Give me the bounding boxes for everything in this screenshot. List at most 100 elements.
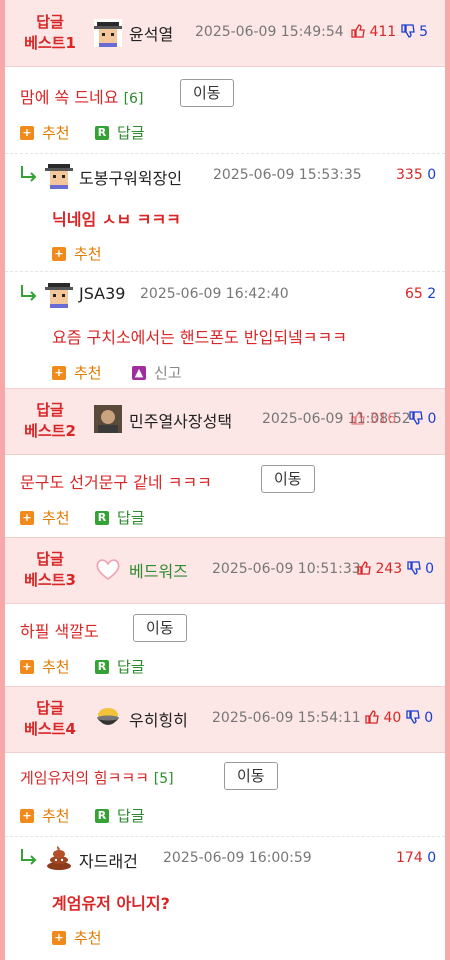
recommend-button[interactable]: + 추천 — [20, 656, 70, 677]
divider — [5, 836, 445, 837]
upvote[interactable]: 40 — [365, 710, 406, 726]
recommend-label: 추천 — [74, 929, 102, 947]
report-button[interactable]: ▲ 신고 — [132, 362, 182, 383]
best-label-line1: 답글 — [36, 550, 64, 568]
timestamp: 2025-06-09 16:00:59 — [163, 850, 312, 866]
divider — [5, 271, 445, 272]
vote-counts: 243 0 — [357, 561, 434, 577]
r-icon: R — [95, 125, 109, 140]
thumbs-down-icon — [400, 24, 415, 38]
upvote[interactable]: 243 — [357, 561, 407, 577]
reply-arrow-icon — [21, 166, 37, 182]
recommend-label: 추천 — [74, 364, 102, 382]
plus-icon: + — [52, 930, 66, 945]
pixel-avatar-icon — [45, 280, 73, 308]
nickname[interactable]: 윤석열 — [129, 21, 173, 45]
thumbs-up-icon — [365, 710, 379, 724]
nickname[interactable]: 민주열사장성택 — [129, 408, 232, 432]
reply-text: 계엄유저 아니지? — [52, 894, 170, 913]
recommend-button[interactable]: + 추천 — [52, 362, 102, 383]
downvote[interactable]: 5 — [400, 24, 429, 40]
recommend-label: 추천 — [42, 509, 70, 527]
recommend-label: 추천 — [42, 658, 70, 676]
downvote-count[interactable]: 2 — [427, 286, 436, 302]
nickname[interactable]: JSA39 — [79, 284, 125, 303]
plus-icon: + — [20, 125, 34, 140]
downvote-count: 5 — [419, 24, 429, 40]
downvote-count: 0 — [424, 710, 434, 726]
best-label-line2: 베스트3 — [24, 571, 76, 589]
vote-counts: 411 5 — [351, 24, 428, 40]
nickname[interactable]: 자드래건 — [79, 848, 138, 872]
timestamp: 2025-06-09 10:51:33 — [212, 561, 361, 577]
best-label-line1: 답글 — [36, 699, 64, 717]
reply-button[interactable]: R 답글 — [95, 122, 145, 143]
timestamp: 2025-06-09 15:53:35 — [213, 167, 362, 183]
upvote[interactable]: 316 — [351, 411, 396, 427]
downvote[interactable]: 0 — [406, 561, 435, 577]
downvote-count[interactable]: 0 — [427, 850, 436, 866]
recommend-button[interactable]: + 추천 — [20, 507, 70, 528]
best-comment-title[interactable]: 문구도 선거문구 같네 ㅋㅋㅋ — [20, 469, 212, 493]
move-button[interactable]: 이동 — [224, 762, 278, 790]
poop-avatar-icon — [47, 846, 71, 870]
downvote-count: 0 — [427, 411, 437, 427]
timestamp: 2025-06-09 16:42:40 — [140, 286, 289, 302]
reply-button[interactable]: R 답글 — [95, 656, 145, 677]
reply-text: 요즘 구치소에서는 핸드폰도 반입되넼ㅋㅋㅋ — [52, 328, 347, 347]
reply-count: [5] — [153, 771, 174, 787]
thumbs-up-icon — [351, 411, 365, 425]
heart-avatar-icon — [96, 559, 120, 580]
move-button[interactable]: 이동 — [180, 79, 234, 107]
nickname[interactable]: 우히힝히 — [129, 707, 188, 731]
reply-arrow-icon — [21, 849, 37, 865]
upvote[interactable]: 411 — [351, 24, 401, 40]
recommend-button[interactable]: + 추천 — [52, 927, 102, 948]
move-button[interactable]: 이동 — [133, 614, 187, 642]
downvote-count: 0 — [425, 561, 435, 577]
comment-list: 답글 베스트1 윤석열 2025-06-09 15:49:54 411 5 맘에 — [5, 0, 445, 960]
upvote-count: 243 — [375, 561, 403, 577]
nickname[interactable]: 베드워즈 — [129, 558, 188, 582]
pixel-avatar-icon — [94, 19, 122, 47]
move-button[interactable]: 이동 — [261, 465, 315, 493]
downvote-count[interactable]: 0 — [427, 167, 436, 183]
best-comment-header: 답글 베스트1 윤석열 2025-06-09 15:49:54 411 5 — [5, 0, 445, 67]
vote-counts: 65 2 — [405, 286, 436, 302]
upvote-count[interactable]: 335 — [396, 167, 423, 183]
downvote[interactable]: 0 — [409, 411, 436, 427]
best-label: 답글 베스트3 — [5, 549, 95, 591]
best-label: 답글 베스트2 — [5, 400, 95, 442]
best-label-line2: 베스트2 — [24, 422, 76, 440]
nickname[interactable]: 도봉구워윅장인 — [79, 165, 182, 189]
recommend-label: 추천 — [42, 807, 70, 825]
downvote[interactable]: 0 — [406, 710, 433, 726]
thumbs-up-icon — [351, 24, 365, 38]
best-label-line1: 답글 — [36, 13, 64, 31]
best-comment-text: 하필 색깔도 — [20, 622, 99, 641]
reply-count: [6] — [123, 91, 144, 107]
pixel-avatar-icon — [45, 161, 73, 189]
best-label: 답글 베스트4 — [5, 698, 95, 740]
recommend-label: 추천 — [74, 245, 102, 263]
reply-button[interactable]: R 답글 — [95, 805, 145, 826]
report-label: 신고 — [154, 364, 182, 382]
reply-text: 닉네임 ㅅㅂ ㅋㅋㅋ — [52, 210, 181, 229]
upvote-count[interactable]: 65 — [405, 286, 423, 302]
plus-icon: + — [20, 808, 34, 823]
best-comment-title[interactable]: 게임유저의 힘ㅋㅋㅋ [5] — [20, 767, 174, 788]
recommend-button[interactable]: + 추천 — [20, 805, 70, 826]
recommend-button[interactable]: + 추천 — [52, 243, 102, 264]
plus-icon: + — [52, 365, 66, 380]
recommend-button[interactable]: + 추천 — [20, 122, 70, 143]
best-comment-title[interactable]: 하필 색깔도 — [20, 618, 99, 642]
vote-counts: 335 0 — [396, 167, 436, 183]
bowl-avatar-icon — [97, 708, 119, 725]
timestamp: 2025-06-09 15:49:54 — [195, 24, 344, 40]
photo-avatar-icon — [94, 405, 122, 433]
reply-label: 답글 — [117, 509, 145, 527]
reply-button[interactable]: R 답글 — [95, 507, 145, 528]
best-comment-title[interactable]: 맘에 쏙 드네요 [6] — [20, 84, 143, 108]
vote-counts: 316 — [351, 411, 396, 427]
upvote-count[interactable]: 174 — [396, 850, 423, 866]
